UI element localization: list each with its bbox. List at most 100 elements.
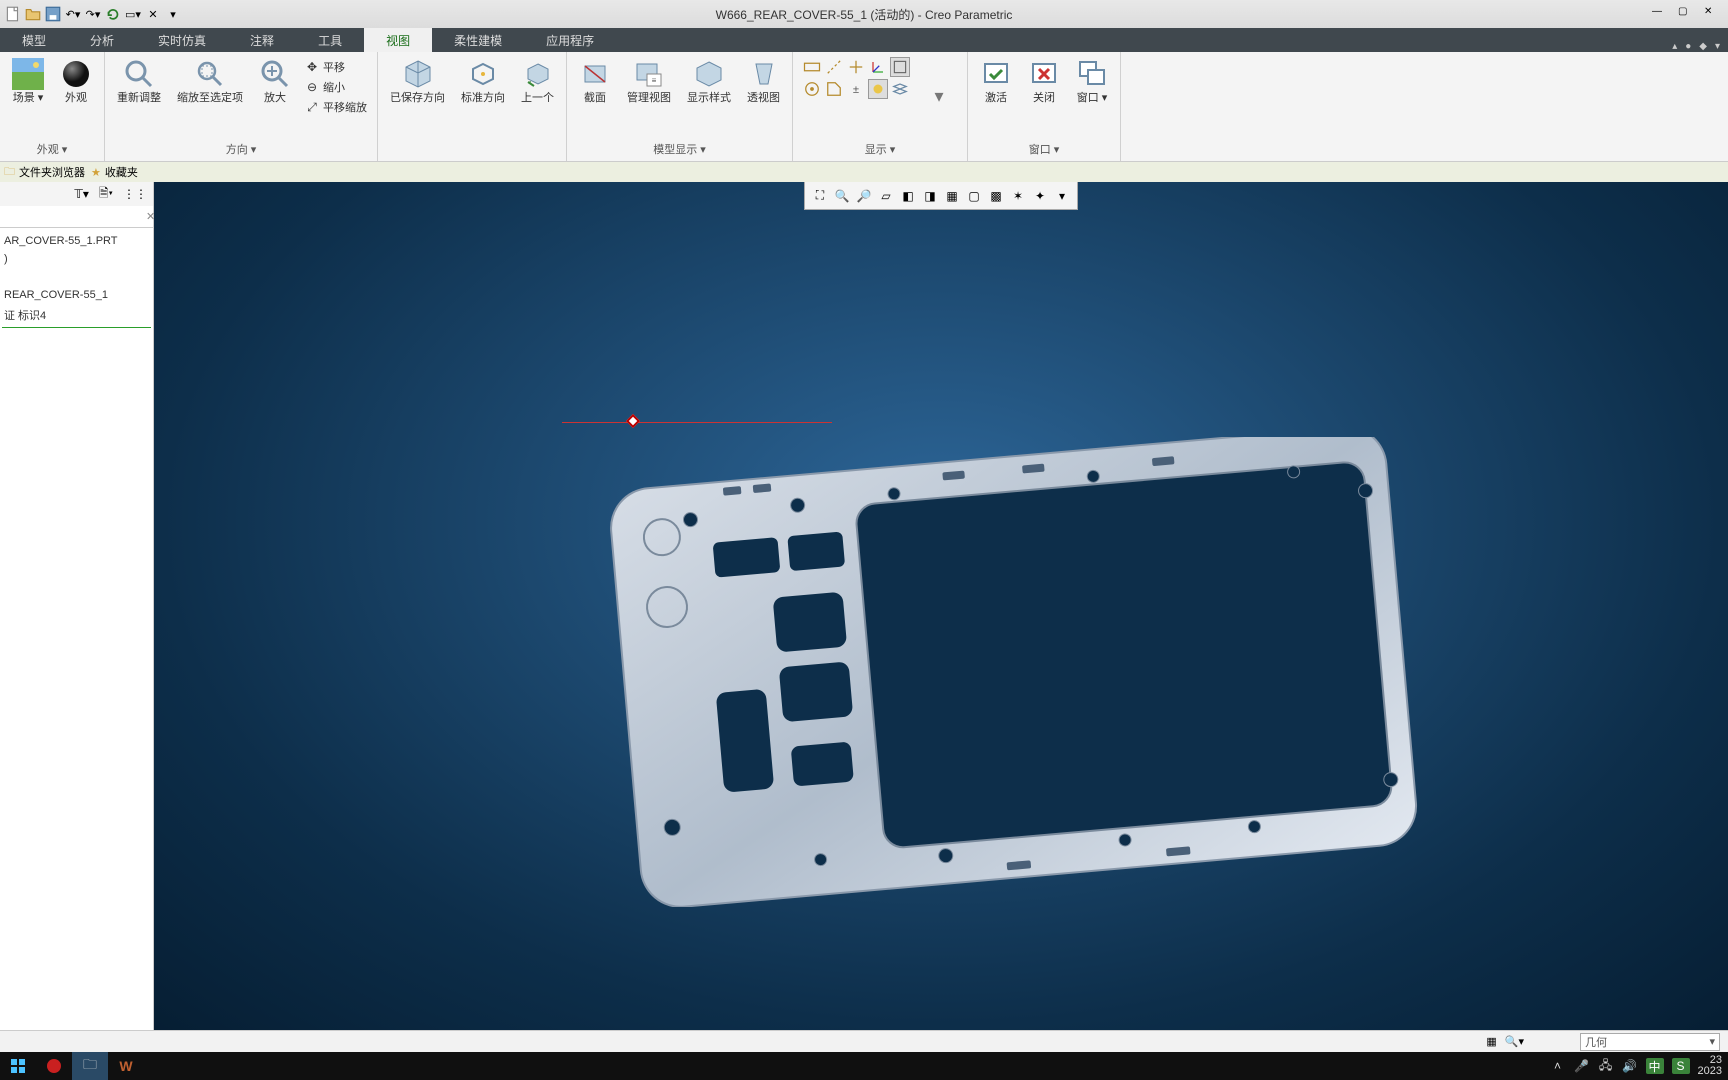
new-file-icon[interactable] [4, 5, 22, 23]
zoom-button[interactable]: 放大 [253, 54, 297, 109]
highlight-icon[interactable] [868, 79, 888, 99]
wps-task-icon[interactable]: W [108, 1052, 144, 1080]
tab-analysis[interactable]: 分析 [68, 28, 136, 52]
manage-view-button[interactable]: ≡ 管理视图 [621, 54, 677, 109]
shaded-edges-icon[interactable]: ◨ [921, 187, 939, 205]
tab-flexible[interactable]: 柔性建模 [432, 28, 524, 52]
reference-axis[interactable] [562, 422, 832, 423]
repaint-icon[interactable]: ▱ [877, 187, 895, 205]
previous-button[interactable]: 上一个 [515, 54, 560, 109]
save-icon[interactable] [44, 5, 62, 23]
pan-button[interactable]: ✥平移 [301, 58, 371, 76]
tray-up-icon[interactable]: ˄ [1550, 1058, 1566, 1074]
datum-display-icon[interactable]: ✶ [1009, 187, 1027, 205]
tree-file-node[interactable]: AR_COVER-55_1.PRT [2, 232, 151, 250]
shrink-button[interactable]: ⊖缩小 [301, 78, 371, 96]
minimize-button[interactable]: — [1652, 6, 1668, 22]
window-button[interactable]: 窗口 ▾ [1070, 54, 1114, 109]
tray-volume-icon[interactable]: 🔊 [1622, 1058, 1638, 1074]
tray-ime-icon[interactable]: 中 [1646, 1058, 1664, 1074]
std-orient-button[interactable]: 标准方向 [455, 54, 511, 109]
tree-filter-icon[interactable]: 𝕋▾ [74, 187, 89, 201]
close-button-ribbon[interactable]: 关闭 [1022, 54, 1066, 109]
tray-mic-icon[interactable]: 🎤 [1574, 1058, 1590, 1074]
spin-center-icon[interactable] [802, 79, 822, 99]
activate-button[interactable]: 激活 [974, 54, 1018, 109]
group-label-direction[interactable]: 方向 ▾ [111, 139, 371, 159]
explorer-task-icon[interactable]: 🗀 [72, 1052, 108, 1080]
tree-show-icon[interactable]: 🗎▾ [99, 184, 113, 205]
wireframe-icon[interactable]: ▩ [987, 187, 1005, 205]
close-window-icon[interactable]: ✕ [144, 5, 162, 23]
close-button[interactable]: ✕ [1704, 6, 1720, 22]
annot-display-icon[interactable]: ✦ [1031, 187, 1049, 205]
tab-annotate[interactable]: 注释 [228, 28, 296, 52]
regenerate-icon[interactable] [104, 5, 122, 23]
collapse-ribbon-icon[interactable]: ▴ [1672, 41, 1677, 52]
perspective-button[interactable]: 透视图 [741, 54, 786, 109]
redo-icon[interactable]: ↷▾ [84, 5, 102, 23]
tray-date[interactable]: 2023 [1698, 1066, 1722, 1077]
zoomin-tool-icon[interactable]: 🔍 [833, 187, 851, 205]
panzoom-button[interactable]: ⤢平移缩放 [301, 98, 371, 116]
zoom-sel-button[interactable]: 缩放至选定项 [171, 54, 249, 109]
group-label-model-display[interactable]: 模型显示 ▾ [573, 139, 786, 159]
hidden-line-icon[interactable]: ▦ [943, 187, 961, 205]
reorient-button[interactable]: 重新调整 [111, 54, 167, 109]
windows-icon[interactable]: ▭▾ [124, 5, 142, 23]
saved-views-icon[interactable]: ▾ [1053, 187, 1071, 205]
shading-icon[interactable]: ◧ [899, 187, 917, 205]
scene-button[interactable]: 场景 ▾ [6, 54, 50, 109]
start-button[interactable] [0, 1052, 36, 1080]
help-icon[interactable]: ● [1685, 41, 1691, 52]
tab-tools[interactable]: 工具 [296, 28, 364, 52]
layer-status-icon[interactable] [890, 79, 910, 99]
tree-search[interactable]: ✕ ▾ + [0, 206, 153, 228]
open-file-icon[interactable] [24, 5, 42, 23]
group-label-appearance[interactable]: 外观 ▾ [6, 139, 98, 159]
maximize-button[interactable]: ▢ [1678, 6, 1694, 22]
favorites-tab[interactable]: ★ 收藏夹 [91, 164, 138, 180]
dim-tol-icon[interactable]: ± [846, 79, 866, 99]
tree-search-input[interactable] [4, 211, 146, 223]
tag-display-icon[interactable] [824, 79, 844, 99]
status-grid-icon[interactable]: ▦ [1486, 1035, 1496, 1048]
section-button[interactable]: 截面 [573, 54, 617, 109]
undo-icon[interactable]: ↶▾ [64, 5, 82, 23]
csys-icon[interactable] [868, 57, 888, 77]
tree-settings-icon[interactable]: ⋮⋮ [123, 187, 147, 201]
tab-view[interactable]: 视图 [364, 28, 432, 52]
selection-filter[interactable]: 几何 ▾ [1580, 1033, 1720, 1051]
tab-realtime-sim[interactable]: 实时仿真 [136, 28, 228, 52]
folder-browser-tab[interactable]: 🗀 文件夹浏览器 [4, 163, 85, 182]
datum-plane-icon[interactable] [802, 57, 822, 77]
display-style-button[interactable]: 显示样式 [681, 54, 737, 109]
tray-network-icon[interactable]: 🖧 [1598, 1058, 1614, 1074]
display-dropdown[interactable]: ▾ [917, 77, 961, 117]
saved-orient-button[interactable]: 已保存方向 [384, 54, 451, 109]
graphics-area[interactable]: ⛶ 🔍 🔎 ▱ ◧ ◨ ▦ ▢ ▩ ✶ ✦ ▾ [154, 182, 1728, 1030]
tab-model[interactable]: 模型 [0, 28, 68, 52]
more-icon[interactable]: ▾ [1715, 41, 1720, 52]
tree-part-node[interactable]: REAR_COVER-55_1 [2, 286, 151, 304]
appearance-button[interactable]: 外观 [54, 54, 98, 109]
datum-axis-icon[interactable] [824, 57, 844, 77]
group-label-display[interactable]: 显示 ▾ [799, 139, 961, 159]
datum-point-icon[interactable] [846, 57, 866, 77]
status-find-icon[interactable]: 🔍▾ [1505, 1035, 1524, 1048]
tray-ime2-icon[interactable]: S [1672, 1058, 1690, 1074]
tab-application[interactable]: 应用程序 [524, 28, 616, 52]
qat-dropdown-icon[interactable]: ▾ [164, 5, 182, 23]
record-task-icon[interactable] [36, 1052, 72, 1080]
learn-icon[interactable]: ◆ [1699, 41, 1707, 52]
model-tree[interactable]: AR_COVER-55_1.PRT ) REAR_COVER-55_1 证 标识… [0, 228, 153, 332]
group-label-window[interactable]: 窗口 ▾ [974, 139, 1114, 159]
perspective-icon [748, 58, 780, 90]
show-annot-icon[interactable] [890, 57, 910, 77]
nohidden-icon[interactable]: ▢ [965, 187, 983, 205]
model-geometry[interactable] [610, 437, 1418, 907]
tree-feature-node[interactable]: 证 标识4 [2, 304, 151, 328]
zoomout-tool-icon[interactable]: 🔎 [855, 187, 873, 205]
datum-point-marker[interactable] [626, 414, 640, 428]
refit-icon[interactable]: ⛶ [811, 187, 829, 205]
